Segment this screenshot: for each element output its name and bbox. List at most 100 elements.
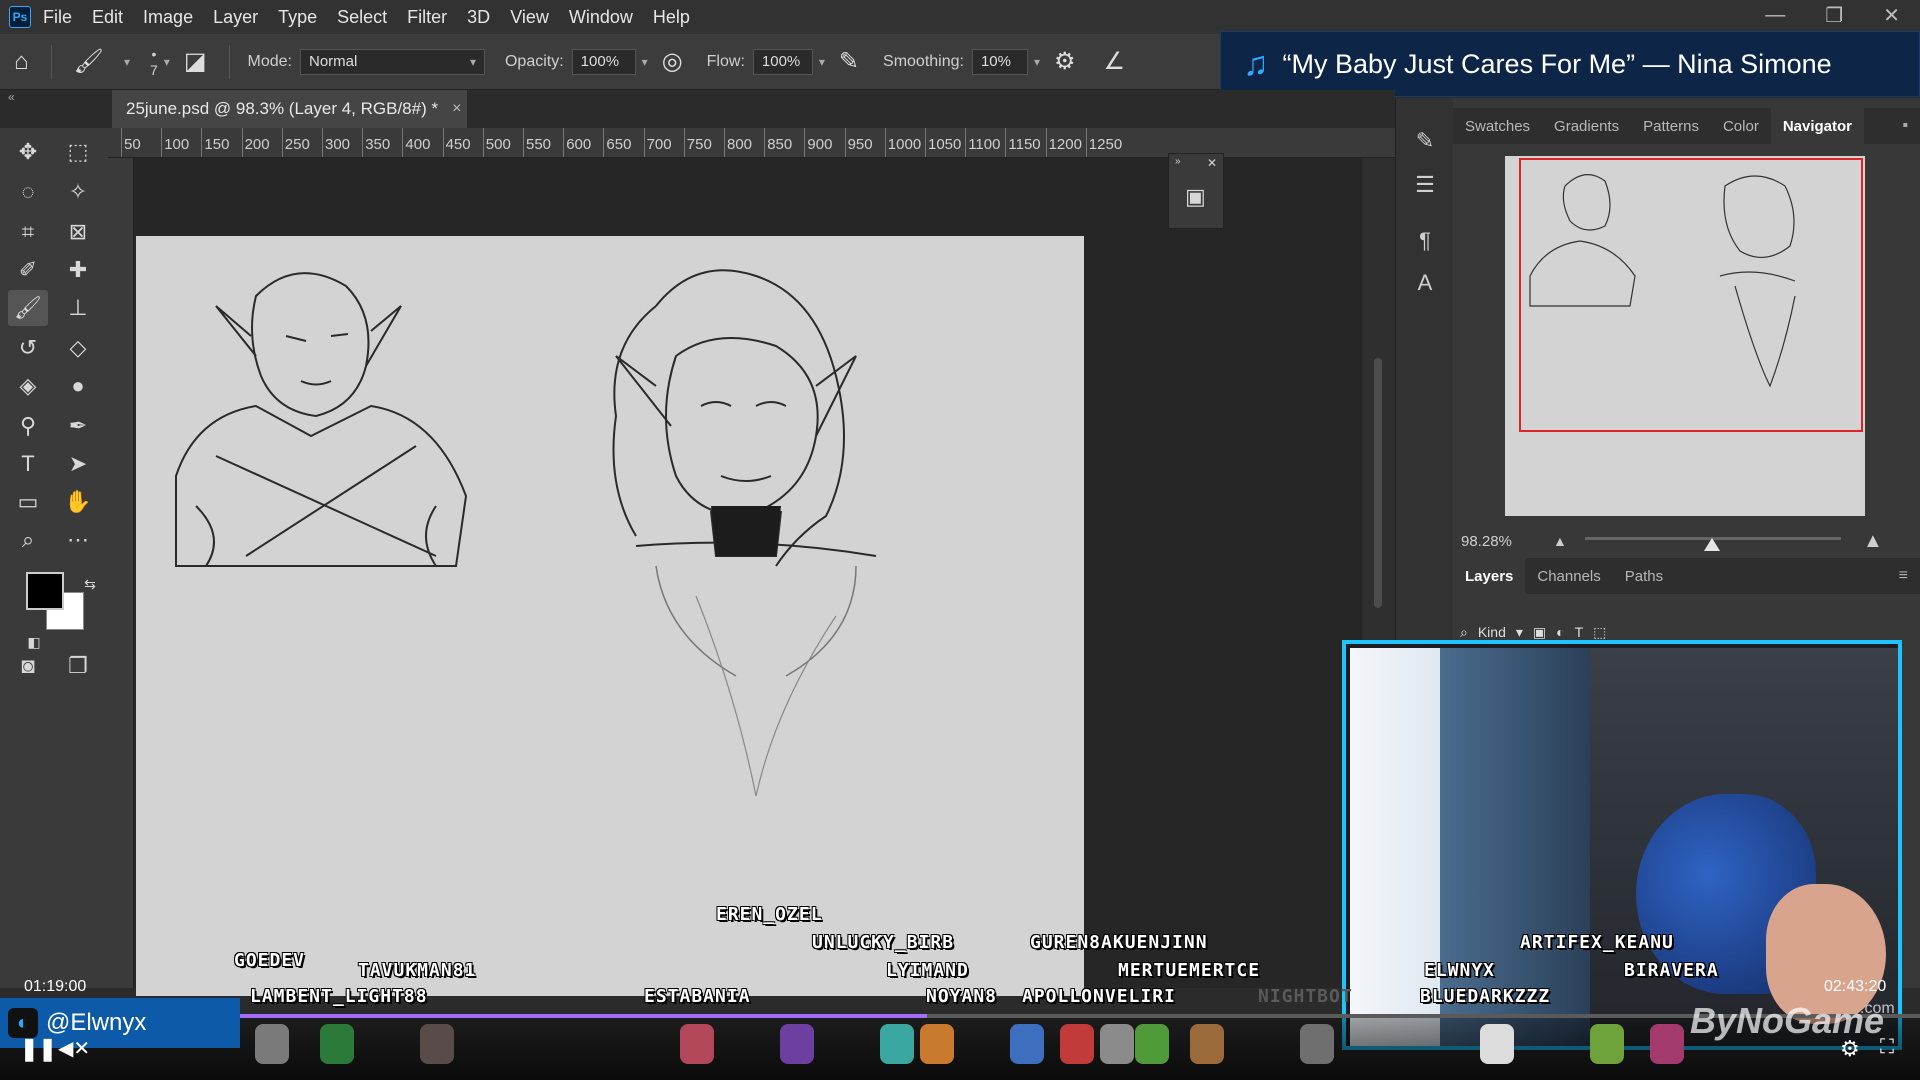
eraser-icon[interactable]: ◇ (58, 330, 98, 366)
brush-settings-icon[interactable]: ✎ (1410, 128, 1440, 158)
restore-icon[interactable]: ❐ (1825, 3, 1843, 28)
ruler-tick-line (201, 128, 203, 157)
history-brush-icon[interactable]: ↺ (8, 330, 48, 366)
stamp-icon[interactable]: ⊥ (58, 290, 98, 326)
marquee-icon[interactable]: ⬚ (58, 134, 98, 170)
zoom-icon[interactable]: ⌕ (8, 522, 48, 558)
panel-menu-icon[interactable]: ≡ (1899, 567, 1908, 585)
lasso-icon[interactable]: ◌ (8, 174, 48, 210)
chevron-down-icon[interactable]: ▾ (124, 55, 130, 69)
dodge-icon[interactable]: ⚲ (8, 408, 48, 444)
brush-icon[interactable]: 🖌 (8, 290, 48, 326)
more-icon[interactable]: ⋯ (58, 522, 98, 558)
tab-layers[interactable]: Layers (1453, 558, 1526, 594)
path-select-icon[interactable]: ➤ (58, 446, 98, 482)
frame-icon[interactable]: ⊠ (58, 214, 98, 250)
chevron-down-icon[interactable]: ▾ (1034, 55, 1040, 69)
collapse-icon[interactable]: « (8, 90, 15, 104)
ruler-tick-label: 800 (727, 136, 753, 153)
fullscreen-icon[interactable]: ⛶ (1880, 1036, 1894, 1059)
menu-3d[interactable]: 3D (467, 7, 490, 28)
kind-filter-select[interactable]: Kind (1478, 624, 1506, 640)
tab-navigator[interactable]: Navigator (1770, 108, 1865, 144)
pressure-opacity-icon[interactable]: ◎ (662, 47, 683, 76)
home-icon[interactable]: ⌂ (14, 48, 29, 76)
tab-paths[interactable]: Paths (1613, 558, 1675, 594)
quick-mask-icon[interactable]: ◙ (8, 648, 48, 684)
pause-button[interactable]: ❚❚ (20, 1036, 57, 1062)
tab-patterns[interactable]: Patterns (1631, 108, 1711, 144)
chat-user-name: UNLUCKY_BIRB (812, 932, 955, 953)
chevron-down-icon[interactable]: ▾ (642, 55, 648, 69)
type-icon[interactable]: T (8, 446, 48, 482)
panel-menu-icon[interactable]: ▪ (1902, 117, 1908, 135)
eyedropper-icon[interactable]: ✐ (8, 252, 48, 288)
foreground-color-swatch[interactable] (26, 572, 64, 610)
zoom-slider-handle[interactable] (1704, 538, 1720, 551)
angle-icon[interactable]: ∠ (1104, 47, 1126, 76)
magic-wand-icon[interactable]: ✧ (58, 174, 98, 210)
character-icon[interactable]: A (1410, 270, 1440, 300)
type-filter-icon[interactable]: T (1575, 624, 1584, 640)
chevron-down-icon[interactable]: ▾ (164, 55, 170, 69)
paragraph-icon[interactable]: ¶ (1410, 228, 1440, 258)
shape-filter-icon[interactable]: ⬚ (1593, 624, 1606, 641)
menu-select[interactable]: Select (337, 7, 387, 28)
chevron-down-icon[interactable]: ▾ (819, 55, 825, 69)
mode-select[interactable]: Normal ▾ (299, 48, 485, 75)
tab-swatches[interactable]: Swatches (1453, 108, 1542, 144)
brush-preset-icon[interactable]: 🖌 (74, 47, 104, 76)
brush-settings-icon[interactable]: ◪ (184, 47, 207, 76)
scrollbar-thumb[interactable] (1374, 358, 1382, 608)
smoothing-input[interactable]: 10% (971, 48, 1028, 75)
zoom-value[interactable]: 98.28% (1461, 533, 1512, 550)
adjustment-filter-icon[interactable]: ◐ (1556, 624, 1564, 640)
document-canvas[interactable] (136, 236, 1084, 996)
close-icon[interactable]: ✕ (1883, 3, 1900, 28)
menu-help[interactable]: Help (653, 7, 690, 28)
menu-type[interactable]: Type (278, 7, 317, 28)
settings-gear-icon[interactable]: ⚙ (1840, 1036, 1860, 1062)
hand-icon[interactable]: ✋ (58, 484, 98, 520)
airbrush-icon[interactable]: ✎ (839, 47, 859, 76)
opacity-input[interactable]: 100% (571, 48, 636, 75)
adjustments-icon[interactable]: ☰ (1410, 172, 1440, 202)
pet-avatar (1100, 1024, 1134, 1064)
menu-image[interactable]: Image (143, 7, 193, 28)
chat-user-name: GOEDEV (234, 950, 306, 971)
rectangle-icon[interactable]: ▭ (8, 484, 48, 520)
menu-filter[interactable]: Filter (407, 7, 447, 28)
crop-icon[interactable]: ⌗ (8, 214, 48, 250)
pen-icon[interactable]: ✒ (58, 408, 98, 444)
menu-view[interactable]: View (510, 7, 549, 28)
menu-window[interactable]: Window (569, 7, 633, 28)
gear-icon[interactable]: ⚙ (1054, 47, 1076, 76)
chevron-down-icon[interactable]: ▾ (1516, 624, 1523, 641)
menu-layer[interactable]: Layer (213, 7, 258, 28)
brush-size-picker[interactable]: • 7 (150, 46, 158, 78)
volume-icon[interactable]: ◀✕ (58, 1036, 90, 1061)
close-icon[interactable]: × (452, 100, 461, 118)
healing-icon[interactable]: ✚ (58, 252, 98, 288)
flow-input[interactable]: 100% (752, 48, 813, 75)
tab-channels[interactable]: Channels (1525, 558, 1612, 594)
minimize-icon[interactable]: — (1765, 4, 1785, 27)
close-icon[interactable]: ✕ (1207, 156, 1217, 170)
move-icon[interactable]: ✥ (8, 134, 48, 170)
menu-edit[interactable]: Edit (92, 7, 123, 28)
zoom-in-icon[interactable]: ▲ (1863, 530, 1883, 553)
expand-icon[interactable]: » (1175, 156, 1181, 167)
tab-gradients[interactable]: Gradients (1542, 108, 1631, 144)
photoshop-logo-icon[interactable]: Ps (9, 6, 31, 28)
menu-file[interactable]: File (43, 7, 72, 28)
blur-icon[interactable]: ● (58, 368, 98, 404)
navigator-view-box[interactable] (1519, 158, 1863, 432)
paint-bucket-icon[interactable]: ◈ (8, 368, 48, 404)
zoom-out-icon[interactable]: ▲ (1553, 533, 1567, 549)
tab-color[interactable]: Color (1711, 108, 1771, 144)
3d-icon[interactable]: ▣ (1185, 184, 1206, 210)
screen-mode-icon[interactable]: ❐ (58, 648, 98, 684)
pixel-filter-icon[interactable]: ▣ (1533, 624, 1546, 641)
chevron-down-icon: ▾ (469, 54, 476, 69)
document-tab[interactable]: 25june.psd @ 98.3% (Layer 4, RGB/8#) * × (112, 90, 467, 128)
